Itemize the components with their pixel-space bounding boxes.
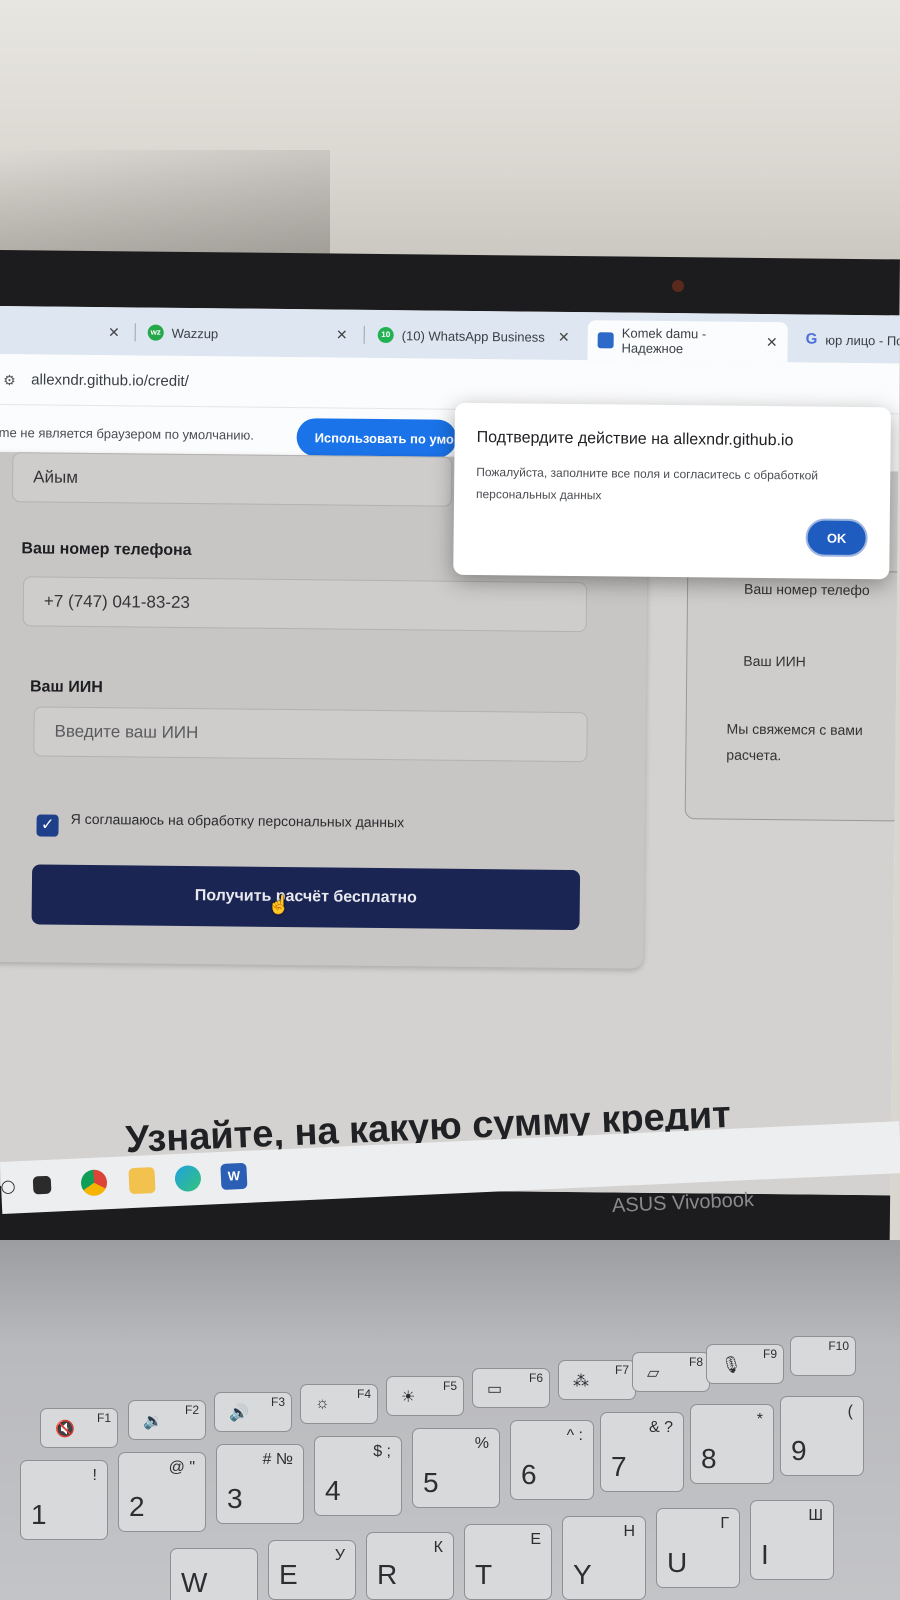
dialog-ok-button[interactable]: OK <box>805 518 868 558</box>
key-u[interactable]: UГ <box>656 1508 740 1588</box>
close-icon[interactable]: ✕ <box>558 328 570 345</box>
tab-whatsapp[interactable]: 10 (10) WhatsApp Business ✕ <box>368 318 580 354</box>
google-favicon-icon: G <box>805 330 818 348</box>
iin-label: Ваш ИИН <box>29 678 103 697</box>
tab-label: Wazzup <box>171 325 219 341</box>
tab-divider <box>134 323 136 342</box>
project-icon: ▱ <box>647 1365 660 1382</box>
tab-komek-damu[interactable]: Komek damu - Надежное ✕ <box>587 320 788 363</box>
keyboard-backlight-icon: ⁂ <box>573 1373 589 1390</box>
checkmark-icon: ✓ <box>40 816 55 834</box>
dialog-message: Пожалуйста, заполните все поля и согласи… <box>475 464 819 503</box>
key-f8[interactable]: ▱ F8 <box>632 1352 710 1392</box>
mic-mute-icon: 🎙 <box>721 1357 742 1374</box>
word-icon[interactable]: W <box>220 1162 248 1190</box>
volume-up-icon: 🔊 <box>229 1405 249 1422</box>
consent-checkbox[interactable]: ✓ <box>36 814 59 837</box>
dialog-title: Подтвердите действие на allexndr.github.… <box>476 428 794 450</box>
key-1[interactable]: 1! <box>20 1460 108 1540</box>
edge-icon[interactable] <box>174 1164 202 1193</box>
key-i[interactable]: IШ <box>750 1500 834 1580</box>
site-settings-icon[interactable]: ⚙ <box>3 372 16 389</box>
side-iin-text: Ваш ИИН <box>743 652 806 670</box>
key-f2[interactable]: 🔉 F2 <box>128 1400 206 1440</box>
phone-field[interactable]: +7 (747) 041-83-23 <box>22 576 588 633</box>
key-2[interactable]: 2 @ " <box>118 1452 206 1532</box>
infobar-text: me не является браузером по умолчанию. <box>0 424 255 443</box>
wazzup-favicon-icon: wz <box>147 324 164 341</box>
tab-label: Komek damu - Надежное <box>621 325 707 357</box>
brightness-down-icon: ☼ <box>315 1395 330 1412</box>
key-f5[interactable]: ☀ F5 <box>386 1376 464 1416</box>
key-f4[interactable]: ☼ F4 <box>300 1384 378 1424</box>
keyboard-deck: 🔇 F1 🔉 F2 🔊 F3 ☼ F4 ☀ F5 ▭ F6 ⁂ F7 ▱ F8 🎙 F9 F10 … <box>0 1240 900 1600</box>
iin-field[interactable]: Введите ваш ИИН <box>33 706 588 763</box>
key-5[interactable]: 5% <box>412 1428 500 1508</box>
tab-label: юр лицо - Пои <box>825 332 900 349</box>
key-3[interactable]: 3 # № <box>216 1444 304 1524</box>
close-icon[interactable]: ✕ <box>336 326 348 343</box>
key-f1[interactable]: 🔇 F1 <box>40 1408 118 1448</box>
key-9[interactable]: 9( <box>780 1396 864 1476</box>
whatsapp-favicon-icon: 10 <box>377 326 394 344</box>
tab-wazzup[interactable]: wz Wazzup ✕ <box>138 315 358 351</box>
key-f6[interactable]: ▭ F6 <box>472 1368 550 1408</box>
consent-text: Я соглашаюсь на обработку персональных д… <box>70 810 405 831</box>
hand-cursor-icon: ☝ <box>267 894 291 916</box>
phone-label: Ваш номер телефона <box>21 540 192 560</box>
key-6[interactable]: 6 ^ : <box>510 1420 594 1500</box>
webcam-indicator <box>672 280 684 292</box>
display-icon: ▭ <box>487 1381 503 1398</box>
tab-google[interactable]: G юр лицо - Пои <box>796 322 900 357</box>
side-note-line2: расчета. <box>726 746 782 764</box>
key-y[interactable]: YН <box>562 1516 646 1600</box>
volume-down-icon: 🔉 <box>143 1413 163 1430</box>
task-view-icon[interactable] <box>32 1175 52 1195</box>
key-4[interactable]: 4 $ ; <box>314 1436 402 1516</box>
key-f10[interactable]: F10 <box>790 1336 856 1376</box>
key-r[interactable]: RК <box>366 1532 454 1600</box>
key-f3[interactable]: 🔊 F3 <box>214 1392 292 1432</box>
komek-favicon-icon <box>597 332 614 349</box>
key-8[interactable]: 8 * <box>690 1404 774 1484</box>
key-t[interactable]: TЕ <box>464 1524 552 1600</box>
side-info-card: Ваш номер телефо Ваш ИИН Мы свяжемся с в… <box>684 569 900 822</box>
tab-divider <box>363 325 365 344</box>
close-icon[interactable]: ✕ <box>766 334 778 351</box>
mute-icon: 🔇 <box>55 1421 75 1438</box>
side-note-line1: Мы свяжемся с вами <box>726 720 863 739</box>
brightness-up-icon: ☀ <box>401 1389 416 1406</box>
tab-blank[interactable]: ✕ <box>0 314 130 349</box>
side-phone-text: Ваш номер телефо <box>743 580 870 599</box>
get-calculation-button[interactable]: Получить расчёт бесплатно <box>31 864 581 931</box>
close-icon[interactable]: ✕ <box>108 324 120 341</box>
tab-label: (10) WhatsApp Business <box>401 327 545 345</box>
name-field[interactable]: Айым <box>11 452 453 507</box>
file-explorer-icon[interactable] <box>128 1167 156 1195</box>
tab-label <box>10 331 100 332</box>
key-f9[interactable]: 🎙 F9 <box>706 1344 784 1384</box>
key-f7[interactable]: ⁂ F7 <box>558 1360 636 1400</box>
confirm-dialog: Подтвердите действие на allexndr.github.… <box>453 402 891 580</box>
chrome-icon[interactable] <box>80 1169 108 1197</box>
key-7[interactable]: 7 & ? <box>600 1412 684 1492</box>
set-default-browser-button[interactable]: Использовать по умо <box>296 418 457 458</box>
url-field[interactable]: allexndr.github.io/credit/ <box>31 371 189 390</box>
search-icon[interactable]: ◯ <box>0 1173 22 1200</box>
key-e[interactable]: EУ <box>268 1540 356 1600</box>
laptop-screen: ✕ wz Wazzup ✕ 10 (10) WhatsApp Business … <box>0 306 900 1196</box>
key-w[interactable]: W <box>170 1548 258 1600</box>
